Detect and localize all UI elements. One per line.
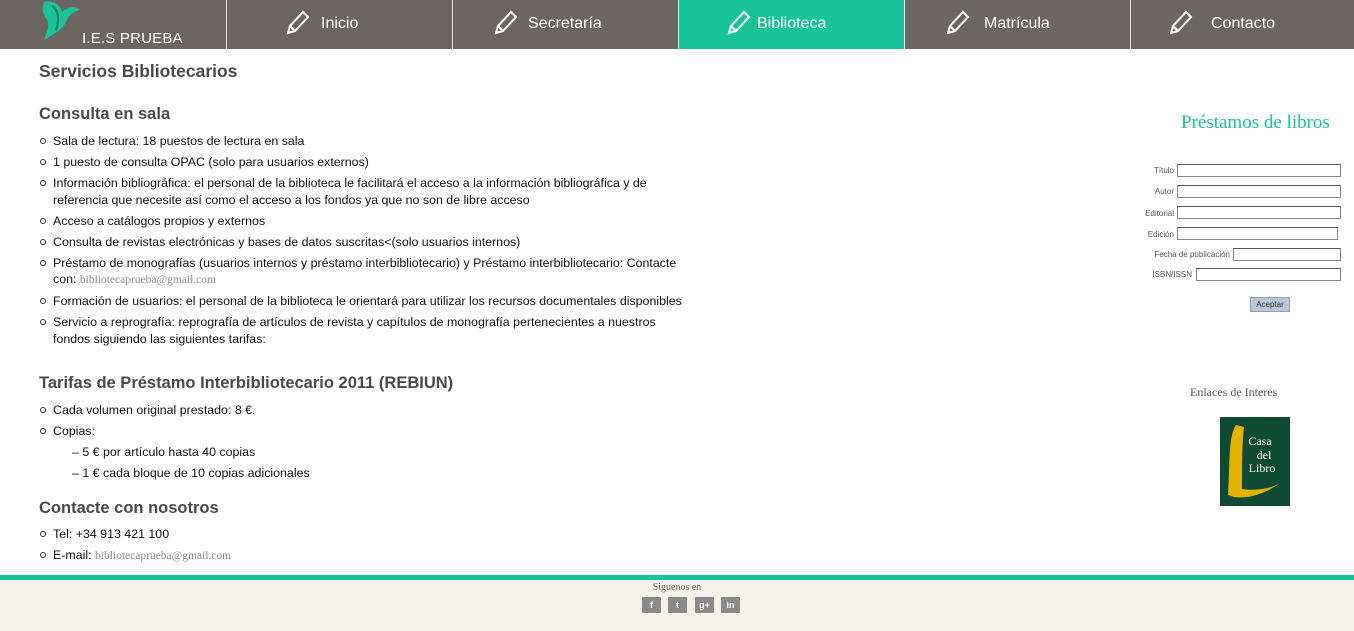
- pencil-icon: [286, 10, 310, 35]
- nav-biblioteca[interactable]: Biblioteca: [678, 0, 904, 49]
- linkedin-icon[interactable]: in: [721, 597, 740, 613]
- pencil-icon: [946, 10, 970, 35]
- tarifas-list: Cada volumen original prestado: 8 €. Cop…: [40, 402, 693, 444]
- casa-del-libro-icon: Casa del Libro: [1228, 425, 1280, 498]
- list-item: Formación de usuarios: el personal de la…: [40, 293, 693, 310]
- email-label: E-mail:: [53, 548, 92, 562]
- field-label-fecha: Fecha de publicación: [1154, 250, 1230, 259]
- nav-label-contacto: Contacto: [1211, 15, 1276, 32]
- loan-form-title: Préstamos de libros: [1181, 112, 1330, 133]
- list-item: Cada volumen original prestado: 8 €.: [40, 402, 693, 419]
- pencil-icon: [727, 10, 751, 35]
- pencil-icon: [1169, 10, 1193, 35]
- editorial-input[interactable]: [1177, 206, 1341, 219]
- facebook-icon[interactable]: f: [642, 597, 661, 613]
- field-label-edicion: Edición: [1147, 230, 1174, 239]
- footer: Siguenos en f t g+ in: [0, 580, 1354, 631]
- top-navigation: I.E.S PRUEBA Inicio Secretaría Bibliotec…: [0, 0, 1354, 49]
- casa-line2: del: [1257, 448, 1272, 462]
- nav-label-secretaria: Secretaría: [528, 15, 602, 32]
- autor-input[interactable]: [1177, 185, 1341, 198]
- field-label-autor: Autor: [1154, 187, 1174, 196]
- list-item: Copias:: [40, 423, 693, 440]
- nav-label-biblioteca: Biblioteca: [757, 15, 827, 32]
- email-item: E-mail: bibliotecaprueba@gmail.com: [40, 547, 693, 565]
- contacte-list: Tel: +34 913 421 100 E-mail: bibliotecap…: [40, 526, 693, 569]
- twitter-icon[interactable]: t: [668, 597, 687, 613]
- nav-secretaria[interactable]: Secretaría: [452, 0, 678, 49]
- site-name: I.E.S PRUEBA: [82, 30, 183, 47]
- google-plus-icon[interactable]: g+: [695, 597, 714, 613]
- accept-button[interactable]: Aceptar: [1250, 297, 1290, 312]
- site-logo[interactable]: I.E.S PRUEBA: [0, 0, 226, 49]
- section-title-consulta: Consulta en sala: [39, 105, 171, 123]
- email-link[interactable]: bibliotecaprueba@gmail.com: [95, 550, 231, 562]
- list-item: Acceso a catálogos propios y externos: [40, 213, 693, 230]
- list-item: Consulta de revistas electrónicas y base…: [40, 234, 693, 251]
- contact-email-link[interactable]: bibliotecaprueba@gmail.com: [80, 274, 216, 286]
- section-title-tarifas: Tarifas de Préstamo Interbibliotecario 2…: [39, 374, 454, 392]
- page-title: Servicios Bibliotecarios: [39, 61, 238, 81]
- field-label-editorial: Editorial: [1145, 209, 1174, 218]
- nav-matricula[interactable]: Matrícula: [904, 0, 1130, 49]
- titulo-input[interactable]: [1177, 164, 1341, 177]
- list-item: Préstamo de monografías (usuarios intern…: [40, 255, 693, 289]
- pencil-icon: [494, 10, 518, 35]
- nav-label-matricula: Matrícula: [984, 15, 1050, 32]
- casa-line3: Libro: [1249, 461, 1276, 475]
- follow-us-text: Siguenos en: [652, 582, 702, 593]
- field-label-titulo: Título: [1153, 166, 1174, 175]
- consulta-list: Sala de lectura: 18 puestos de lectura e…: [40, 133, 693, 352]
- logo-leaf-icon: [42, 1, 80, 40]
- list-item: Servicio a reprografía: reprografía de a…: [40, 314, 693, 347]
- edicion-input[interactable]: [1177, 227, 1338, 240]
- field-label-isbn: ISBN/ISSN: [1152, 270, 1192, 279]
- tarifa-sub-item: – 5 € por artículo hasta 40 copias: [72, 445, 256, 459]
- list-item: 1 puesto de consulta OPAC (solo para usu…: [40, 154, 693, 171]
- nav-inicio[interactable]: Inicio: [226, 0, 452, 49]
- isbn-input[interactable]: [1196, 268, 1341, 281]
- list-item: Información bibliográfica: el personal d…: [40, 175, 693, 208]
- nav-contacto[interactable]: Contacto: [1130, 0, 1354, 49]
- links-title: Enlaces de Interes: [1190, 385, 1278, 399]
- fecha-input[interactable]: [1233, 248, 1341, 261]
- casa-line1: Casa: [1248, 434, 1272, 448]
- phone-item: Tel: +34 913 421 100: [40, 526, 693, 543]
- casa-del-libro-logo[interactable]: Casa del Libro: [1220, 417, 1290, 506]
- nav-label-inicio: Inicio: [321, 15, 359, 32]
- section-title-contacte: Contacte con nosotros: [39, 499, 219, 517]
- list-item: Sala de lectura: 18 puestos de lectura e…: [40, 133, 693, 150]
- tarifa-sub-item: – 1 € cada bloque de 10 copias adicional…: [72, 466, 310, 480]
